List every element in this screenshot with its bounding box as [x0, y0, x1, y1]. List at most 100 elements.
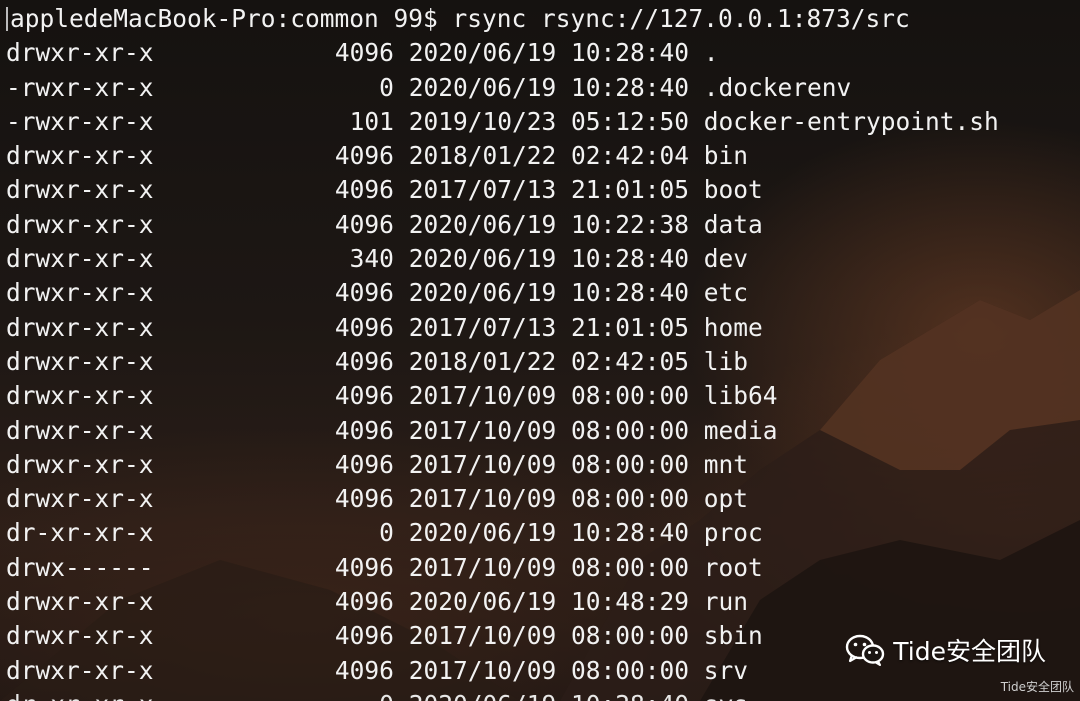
command-line: appledeMacBook-Pro:common 99$ rsync rsyn…	[6, 2, 1076, 36]
row-size: 4096	[334, 175, 394, 205]
row-time: 10:28:40	[570, 278, 689, 308]
listing-row: drwxr-xr-x 4096 2017/10/09 08:00:00 mnt	[6, 448, 1076, 482]
row-time: 10:22:38	[570, 209, 689, 239]
row-date: 2017/10/09	[408, 621, 557, 651]
listing-rows: drwxr-xr-x 4096 2020/06/19 10:28:40 . -rwx…	[6, 36, 1076, 701]
row-permissions: drwxr-xr-x	[6, 209, 154, 239]
row-name: docker-entrypoint.sh	[703, 106, 999, 136]
row-name: bin	[703, 141, 749, 171]
watermark-text: Tide安全团队	[893, 637, 1046, 666]
listing-row: -rwxr-xr-x 101 2019/10/23 05:12:50 docker…	[6, 105, 1076, 139]
terminal-output[interactable]: appledeMacBook-Pro:common 99$ rsync rsyn…	[6, 2, 1076, 701]
row-date: 2017/10/09	[408, 381, 557, 411]
row-permissions: -rwxr-xr-x	[6, 106, 154, 136]
row-permissions: drwxr-xr-x	[6, 415, 154, 445]
listing-row: drwx------ 4096 2017/10/09 08:00:00 root	[6, 551, 1076, 585]
listing-row: drwxr-xr-x 4096 2017/07/13 21:01:05 home	[6, 311, 1076, 345]
row-permissions: drwxr-xr-x	[6, 278, 154, 308]
row-name: run	[703, 587, 749, 617]
row-permissions: -rwxr-xr-x	[6, 72, 154, 102]
listing-row: drwxr-xr-x 4096 2018/01/22 02:42:04 bin	[6, 139, 1076, 173]
row-date: 2017/10/09	[408, 449, 557, 479]
row-date: 2020/06/19	[408, 38, 557, 68]
listing-row: drwxr-xr-x 4096 2017/10/09 08:00:00 opt	[6, 482, 1076, 516]
row-date: 2020/06/19	[408, 209, 557, 239]
row-size: 101	[349, 106, 394, 136]
row-name: .	[703, 38, 719, 68]
row-name: dev	[703, 244, 749, 274]
row-date: 2020/06/19	[408, 278, 557, 308]
row-date: 2020/06/19	[408, 587, 557, 617]
row-permissions: drwxr-xr-x	[6, 655, 154, 685]
row-permissions: drwxr-xr-x	[6, 587, 154, 617]
row-size: 4096	[334, 415, 394, 445]
listing-row: drwxr-xr-x 4096 2018/01/22 02:42:05 lib	[6, 345, 1076, 379]
row-time: 02:42:05	[570, 346, 689, 376]
row-size: 4096	[334, 141, 394, 171]
row-permissions: dr-xr-xr-x	[6, 518, 154, 548]
row-name: boot	[703, 175, 763, 205]
row-date: 2018/01/22	[408, 346, 557, 376]
row-date: 2017/07/13	[408, 175, 557, 205]
row-time: 08:00:00	[570, 381, 689, 411]
row-time: 10:28:40	[570, 38, 689, 68]
row-size: 4096	[334, 621, 394, 651]
row-time: 08:00:00	[570, 621, 689, 651]
row-name: root	[703, 552, 763, 582]
row-date: 2017/10/09	[408, 552, 557, 582]
row-date: 2017/10/09	[408, 655, 557, 685]
row-size: 340	[349, 244, 394, 274]
row-date: 2020/06/19	[408, 72, 557, 102]
row-time: 08:00:00	[570, 655, 689, 685]
watermark: Tide安全团队	[845, 632, 1046, 668]
row-size: 0	[379, 72, 394, 102]
listing-row: drwxr-xr-x 4096 2017/10/09 08:00:00 lib64	[6, 379, 1076, 413]
row-size: 0	[154, 688, 394, 701]
row-permissions: drwxr-xr-x	[6, 346, 154, 376]
row-permissions: drwxr-xr-x	[6, 449, 154, 479]
row-time: 02:42:04	[570, 141, 689, 171]
row-name: data	[703, 209, 763, 239]
row-name: mnt	[703, 449, 749, 479]
row-size: 4096	[334, 552, 394, 582]
row-size: 4096	[334, 587, 394, 617]
row-time: 10:28:40	[570, 72, 689, 102]
row-time: 08:00:00	[570, 552, 689, 582]
row-size: 4096	[334, 312, 394, 342]
listing-row: drwxr-xr-x 4096 2020/06/19 10:28:40 etc	[6, 276, 1076, 310]
listing-row: dr-xr-xr-x0 2020/06/19 10:28:40 sys	[6, 688, 1076, 701]
row-name: sbin	[703, 621, 763, 651]
row-date: 2020/06/19	[408, 244, 557, 274]
row-time: 08:00:00	[570, 415, 689, 445]
listing-row: drwxr-xr-x 4096 2020/06/19 10:28:40 .	[6, 36, 1076, 70]
row-permissions: drwxr-xr-x	[6, 141, 154, 171]
row-time: 21:01:05	[570, 312, 689, 342]
row-size: 4096	[334, 655, 394, 685]
command-text: appledeMacBook-Pro:common 99$ rsync rsyn…	[10, 4, 910, 33]
row-name: lib64	[703, 381, 778, 411]
row-time: 05:12:50	[570, 106, 689, 136]
row-date: 2020/06/19	[408, 518, 557, 548]
row-size: 4096	[334, 449, 394, 479]
row-permissions: drwxr-xr-x	[6, 621, 154, 651]
row-name: sys	[704, 690, 748, 701]
row-date: 2017/10/09	[408, 484, 557, 514]
row-name: opt	[703, 484, 749, 514]
row-time: 08:00:00	[570, 449, 689, 479]
row-name: home	[703, 312, 763, 342]
row-permissions: drwxr-xr-x	[6, 381, 154, 411]
row-time: 21:01:05	[570, 175, 689, 205]
row-date: 2020/06/19	[409, 690, 557, 701]
terminal-window[interactable]: appledeMacBook-Pro:common 99$ rsync rsyn…	[0, 0, 1080, 701]
listing-row: dr-xr-xr-x 0 2020/06/19 10:28:40 proc	[6, 516, 1076, 550]
row-name: proc	[703, 518, 763, 548]
row-date: 2018/01/22	[408, 141, 557, 171]
row-size: 4096	[334, 278, 394, 308]
wechat-icon	[846, 634, 885, 666]
row-permissions: drwxr-xr-x	[6, 175, 154, 205]
cursor-marker	[6, 7, 8, 31]
listing-row: drwxr-xr-x 340 2020/06/19 10:28:40 dev	[6, 242, 1076, 276]
row-permissions: drwxr-xr-x	[6, 38, 154, 68]
row-time: 08:00:00	[570, 484, 689, 514]
row-size: 0	[379, 518, 394, 548]
